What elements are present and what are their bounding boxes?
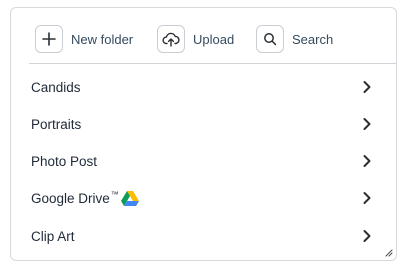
chevron-right-icon <box>363 230 371 242</box>
toolbar-divider <box>29 63 396 64</box>
chevron-right-icon <box>363 155 371 167</box>
google-drive-name: Google Drive ™ <box>31 189 139 206</box>
resize-handle-icon[interactable] <box>384 248 393 257</box>
folder-browser-panel: New folder Upload Search Candids Portrai… <box>10 7 397 261</box>
cloud-upload-icon <box>162 32 180 47</box>
upload-label: Upload <box>193 31 235 47</box>
chevron-right-icon <box>363 118 371 130</box>
chevron-right-icon <box>363 192 371 204</box>
search-button[interactable]: Search <box>256 24 333 54</box>
new-folder-button[interactable]: New folder <box>35 24 133 54</box>
google-drive-icon <box>120 190 139 206</box>
list-item-label: Photo Post <box>31 153 98 169</box>
search-icon-box <box>256 25 284 53</box>
trademark-symbol: ™ <box>110 189 119 199</box>
search-icon <box>264 33 277 46</box>
new-folder-label: New folder <box>71 31 134 47</box>
list-item-label: Portraits <box>31 116 82 132</box>
list-item-portraits[interactable]: Portraits <box>11 106 396 142</box>
plus-icon <box>42 32 56 46</box>
upload-button[interactable]: Upload <box>157 24 234 54</box>
search-label: Search <box>292 31 334 47</box>
cloud-upload-icon-box <box>157 25 185 53</box>
list-item-label: Google Drive <box>31 190 110 206</box>
list-item-candids[interactable]: Candids <box>11 69 396 105</box>
toolbar: New folder Upload Search <box>11 8 396 63</box>
chevron-right-icon <box>363 81 371 93</box>
list-item-clip-art[interactable]: Clip Art <box>11 218 396 254</box>
plus-icon-box <box>35 25 63 53</box>
list-item-label: Clip Art <box>31 228 75 244</box>
list-item-photo-post[interactable]: Photo Post <box>11 143 396 179</box>
list-item-google-drive[interactable]: Google Drive ™ <box>11 180 396 216</box>
list-item-label: Candids <box>31 79 81 95</box>
